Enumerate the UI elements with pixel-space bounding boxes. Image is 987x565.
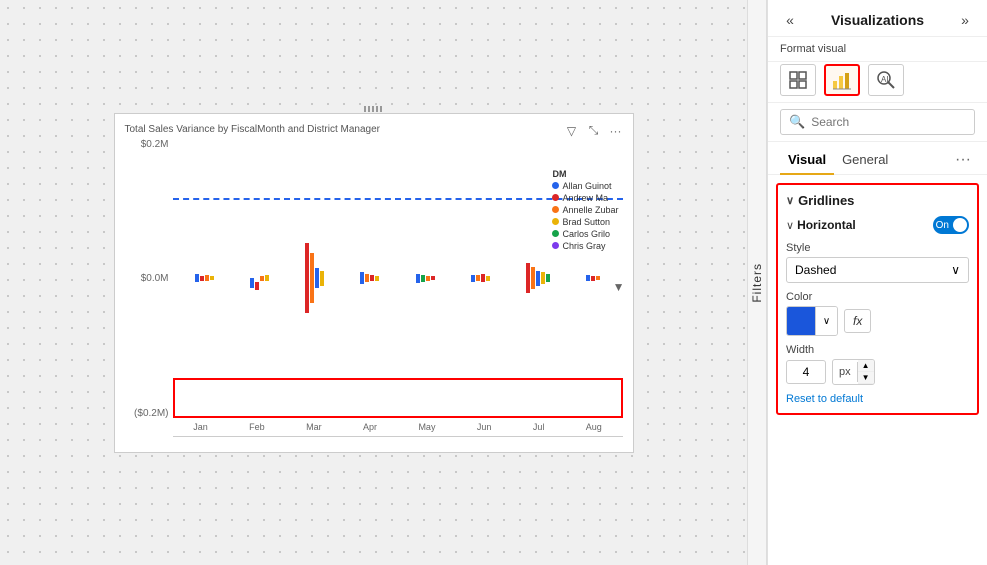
style-chevron-icon: ∨ <box>951 263 960 277</box>
x-label-jun: Jun <box>477 422 492 432</box>
collapse-viz-btn[interactable]: « <box>780 10 800 30</box>
width-input[interactable] <box>786 360 826 384</box>
tab-visual[interactable]: Visual <box>780 146 834 175</box>
gridlines-section: ∨ Gridlines ∨ Horizontal On St <box>776 183 979 415</box>
bar-group-mar <box>305 139 324 418</box>
format-visual-label: Format visual <box>780 43 975 55</box>
horizontal-toggle[interactable]: On <box>933 216 969 234</box>
bar-group-jan <box>195 139 214 418</box>
search-icon: 🔍 <box>789 114 805 130</box>
bar-group-may <box>416 139 435 418</box>
legend-item-brad: Brad Sutton <box>552 217 618 227</box>
toggle-knob <box>953 218 967 232</box>
color-swatch <box>787 307 815 335</box>
chart-toolbar: ▽ ⤡ ··· <box>563 122 625 140</box>
spinner-buttons: ▲ ▼ <box>858 360 874 384</box>
expand-icon[interactable]: ⤡ <box>585 122 603 140</box>
chart-legend: DM Allan Guinot Andrew Ma Annelle Zubar <box>552 169 618 253</box>
filters-label: Filters <box>750 263 764 303</box>
svg-text:AI: AI <box>881 75 889 84</box>
style-prop: Style Dashed ∨ <box>786 242 969 283</box>
width-label: Width <box>786 344 969 356</box>
color-row: ∨ fx <box>786 306 969 336</box>
legend-title: DM <box>552 169 618 179</box>
legend-item-andrew: Andrew Ma <box>552 193 618 203</box>
scroll-arrow[interactable]: ▼ <box>613 280 625 294</box>
px-label: px <box>833 362 858 382</box>
style-value: Dashed <box>795 263 836 277</box>
style-label: Style <box>786 242 969 254</box>
x-label-jan: Jan <box>193 422 208 432</box>
format-buttons-row: AI <box>768 62 987 103</box>
x-label-jul: Jul <box>533 422 545 432</box>
x-label-aug: Aug <box>586 422 602 432</box>
ai-format-btn[interactable]: AI <box>868 64 904 96</box>
horizontal-header: ∨ Horizontal On <box>786 216 969 234</box>
main-canvas: ▽ ⤡ ··· Total Sales Variance by FiscalMo… <box>0 0 747 565</box>
color-label: Color <box>786 291 969 303</box>
spinner-up-btn[interactable]: ▲ <box>858 360 874 372</box>
viz-panel-title: Visualizations <box>831 12 924 28</box>
more-icon[interactable]: ··· <box>607 122 625 140</box>
search-container: 🔍 <box>768 103 987 142</box>
x-label-feb: Feb <box>249 422 265 432</box>
toggle-on-label: On <box>936 220 949 231</box>
viz-header: « Visualizations » <box>768 0 987 37</box>
y-label-top: $0.2M <box>141 139 169 150</box>
gridlines-label: Gridlines <box>798 193 854 208</box>
legend-item-carlos: Carlos Grilo <box>552 229 618 239</box>
horizontal-chevron[interactable]: ∨ <box>786 219 794 232</box>
x-label-apr: Apr <box>363 422 377 432</box>
legend-item-chris: Chris Gray <box>552 241 618 251</box>
color-prop: Color ∨ fx <box>786 291 969 336</box>
x-axis: Jan Feb Mar Apr May Jun Jul Aug <box>173 418 623 436</box>
y-axis: $0.2M $0.0M ($0.2M) <box>125 139 173 437</box>
gridlines-header: ∨ Gridlines <box>786 193 969 208</box>
legend-item-annelle: Annelle Zubar <box>552 205 618 215</box>
tab-more-btn[interactable]: ··· <box>951 147 975 173</box>
search-input[interactable] <box>811 115 966 129</box>
width-prop: Width px ▲ ▼ <box>786 344 969 385</box>
spinner-down-btn[interactable]: ▼ <box>858 372 874 384</box>
y-label-mid: $0.0M <box>141 273 169 284</box>
tabs-row: Visual General ··· <box>768 142 987 175</box>
horizontal-label: Horizontal <box>797 218 856 232</box>
bar-group-jul <box>526 139 550 418</box>
color-chevron-icon: ∨ <box>815 307 837 335</box>
width-row: px ▲ ▼ <box>786 359 969 385</box>
x-label-mar: Mar <box>306 422 322 432</box>
tab-general[interactable]: General <box>834 146 896 175</box>
y-label-bot: ($0.2M) <box>134 408 168 419</box>
resize-handle[interactable] <box>364 106 384 112</box>
chart-container[interactable]: ▽ ⤡ ··· Total Sales Variance by FiscalMo… <box>114 113 634 453</box>
chart-title: Total Sales Variance by FiscalMonth and … <box>125 124 623 135</box>
format-icons-row: Format visual <box>768 37 987 62</box>
reset-to-default-link[interactable]: Reset to default <box>786 393 969 405</box>
properties-panel: ∨ Gridlines ∨ Horizontal On St <box>768 175 987 565</box>
chart-plot: Jan Feb Mar Apr May Jun Jul Aug DM Al <box>173 139 623 437</box>
chart-format-btn[interactable] <box>824 64 860 96</box>
x-label-may: May <box>418 422 435 432</box>
fx-button[interactable]: fx <box>844 309 871 333</box>
filters-panel: Filters <box>747 0 767 565</box>
search-box[interactable]: 🔍 <box>780 109 975 135</box>
legend-item-allan: Allan Guinot <box>552 181 618 191</box>
chart-area: $0.2M $0.0M ($0.2M) <box>125 139 623 437</box>
px-spinner: px ▲ ▼ <box>832 359 875 385</box>
bar-group-apr <box>360 139 379 418</box>
filter-icon[interactable]: ▽ <box>563 122 581 140</box>
viz-panel: « Visualizations » Format visual <box>767 0 987 565</box>
color-swatch-btn[interactable]: ∨ <box>786 306 838 336</box>
bar-group-jun <box>471 139 490 418</box>
grid-format-btn[interactable] <box>780 64 816 96</box>
bar-group-feb <box>250 139 269 418</box>
style-dropdown[interactable]: Dashed ∨ <box>786 257 969 283</box>
gridlines-chevron[interactable]: ∨ <box>786 194 794 207</box>
expand-viz-btn[interactable]: » <box>955 10 975 30</box>
horizontal-subsection: ∨ Horizontal On Style Dashed ∨ <box>786 216 969 405</box>
